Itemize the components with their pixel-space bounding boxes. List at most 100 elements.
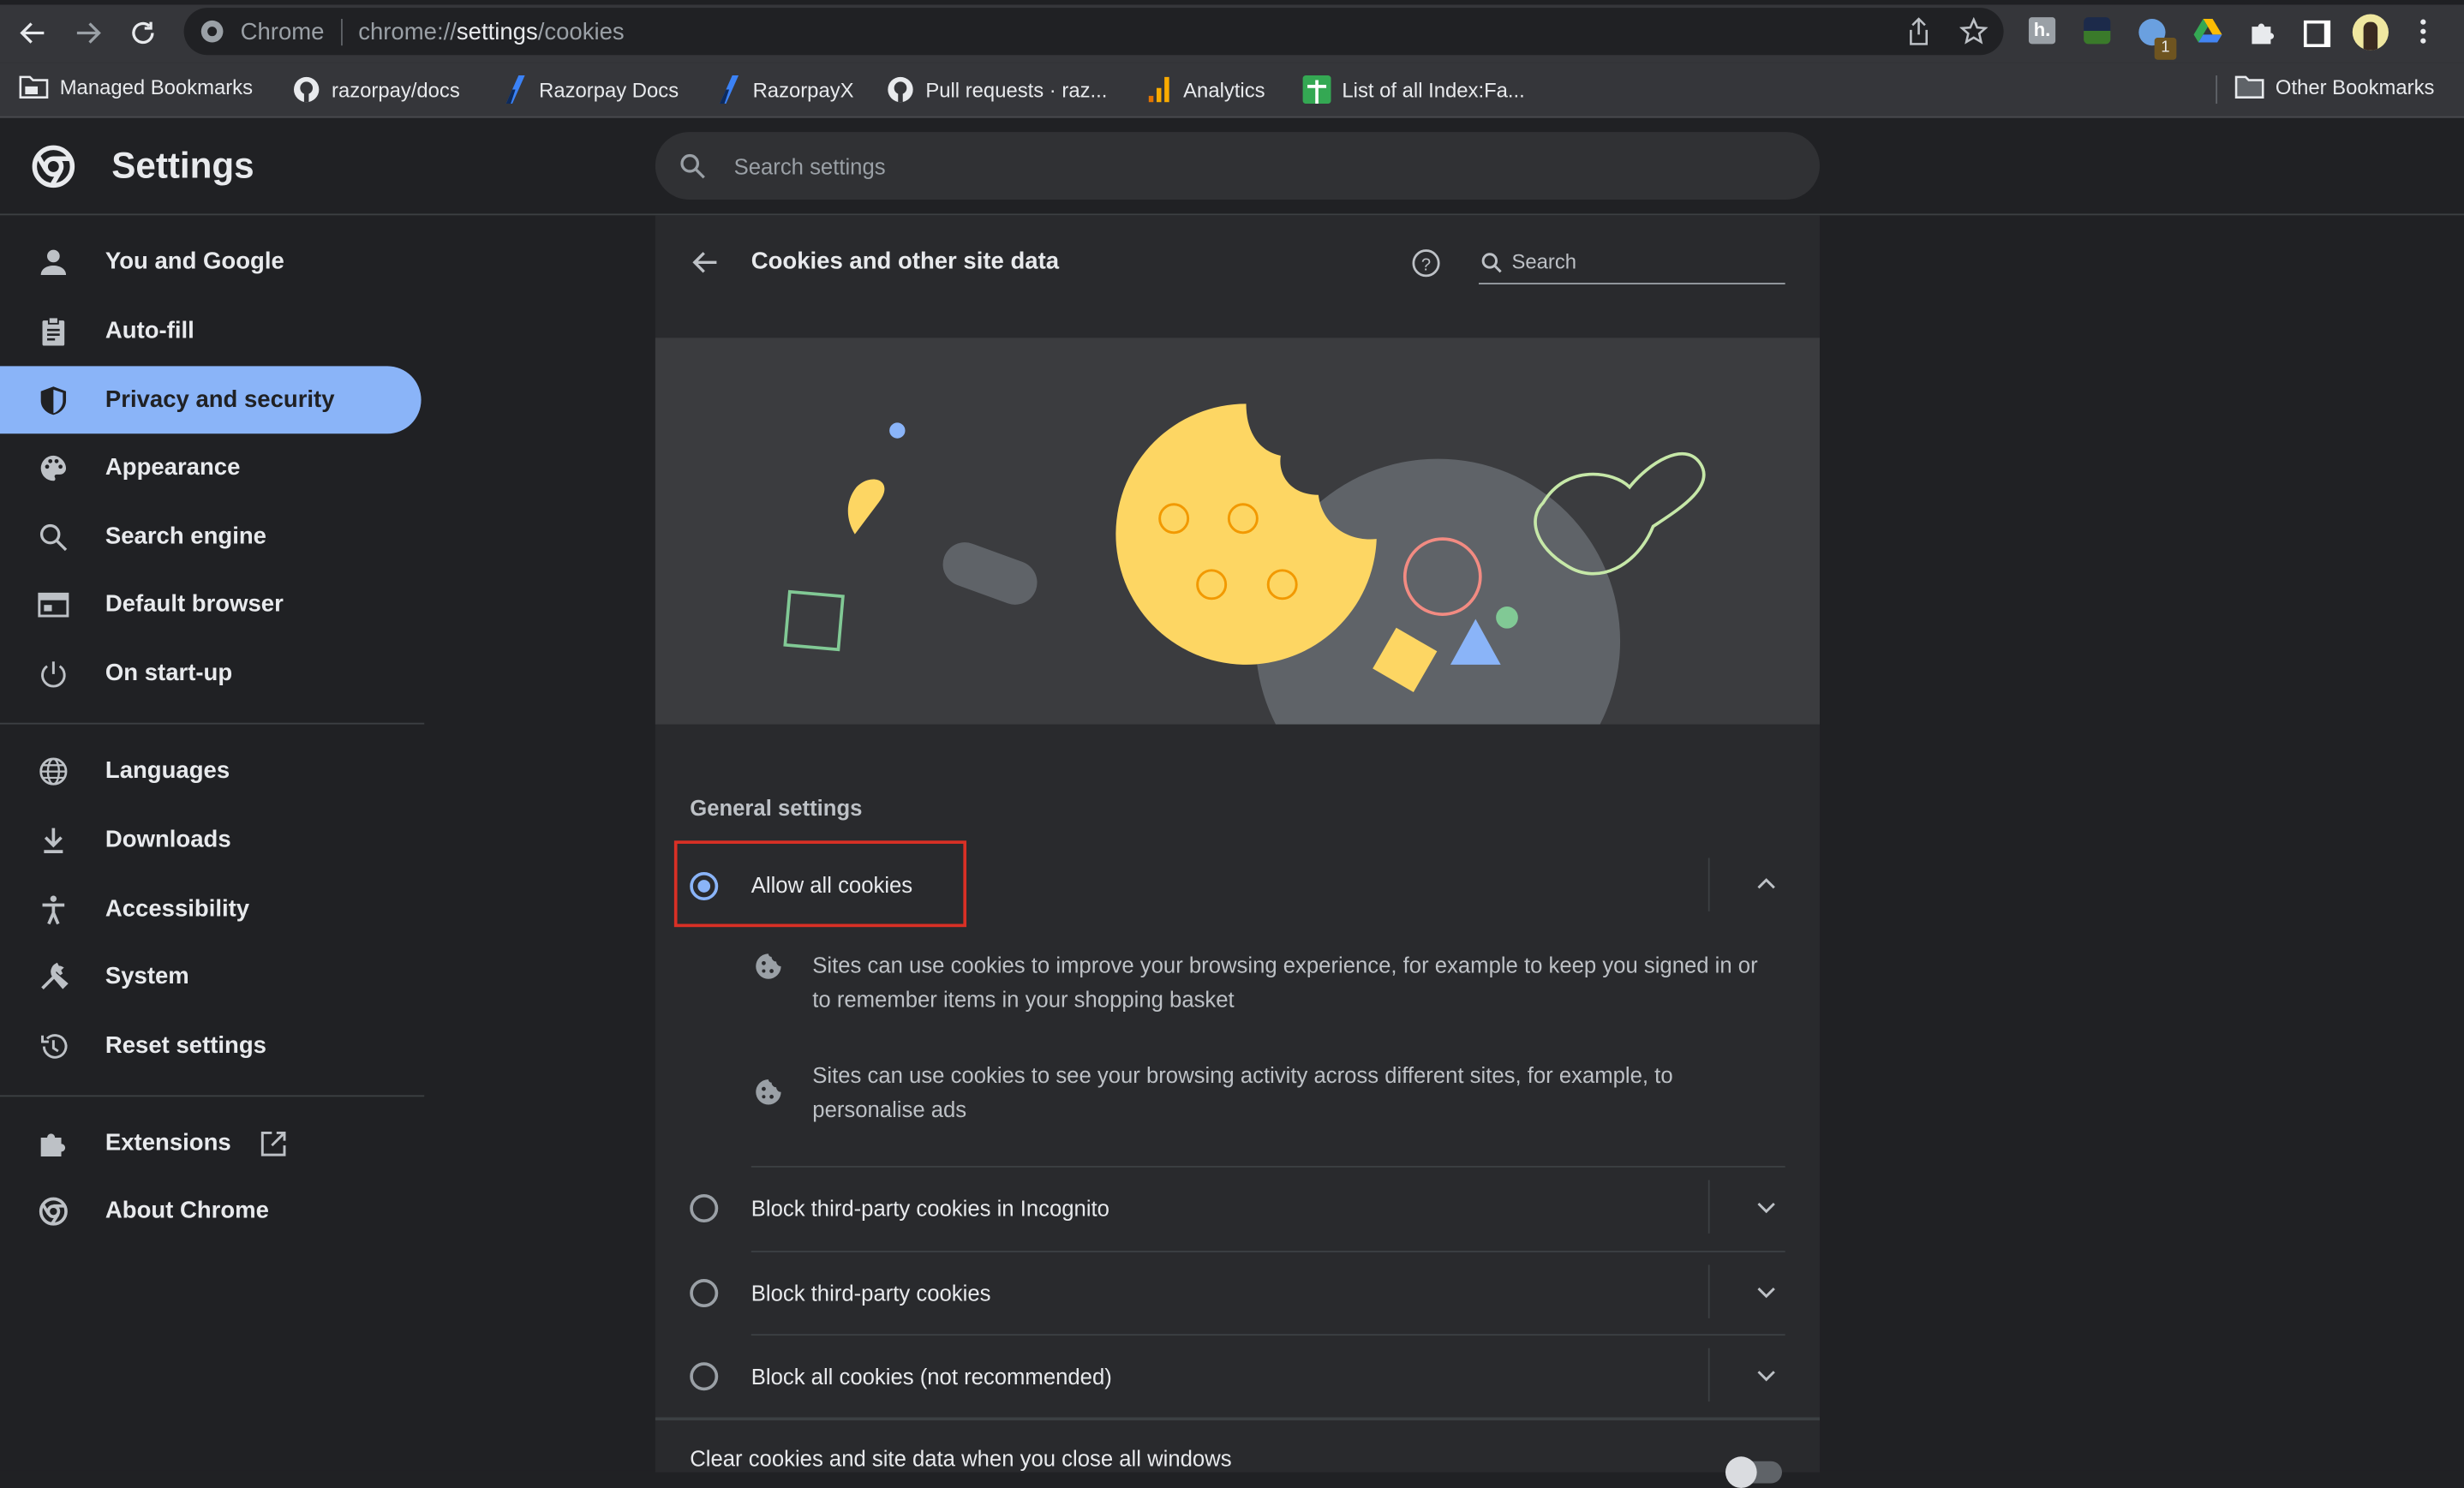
sidebar-item-search-engine[interactable]: Search engine	[0, 503, 422, 571]
bookmark-pull-requests[interactable]: Pull requests · raz...	[886, 75, 1107, 104]
sidebar-item-extensions[interactable]: Extensions	[0, 1109, 422, 1177]
page-title: Settings	[111, 144, 254, 186]
bookmark-managed[interactable]: Managed Bookmarks	[19, 75, 253, 99]
extensions-puzzle-icon[interactable]	[2249, 19, 2276, 45]
bookmark-star-icon[interactable]	[1959, 17, 1989, 45]
sidebar-item-label: Appearance	[105, 454, 241, 481]
bookmark-razorpay-docs-repo[interactable]: razorpay/docs	[292, 75, 460, 104]
other-bookmarks[interactable]: Other Bookmarks	[2234, 75, 2434, 99]
divider	[655, 1417, 1821, 1421]
sidebar-item-about-chrome[interactable]: About Chrome	[0, 1177, 422, 1245]
bookmark-label: Managed Bookmarks	[59, 75, 254, 99]
download-icon	[38, 824, 69, 856]
radio-button[interactable]	[690, 1193, 719, 1223]
menu-kebab-icon[interactable]	[2419, 17, 2428, 45]
bookmarks-divider	[2216, 75, 2218, 105]
sidebar-item-label: System	[105, 963, 189, 990]
globe-icon	[38, 755, 69, 786]
back-arrow-icon[interactable]	[690, 250, 718, 275]
chevron-up-icon[interactable]	[1755, 875, 1778, 891]
sidebar-item-label: Auto-fill	[105, 317, 194, 344]
share-icon[interactable]	[1908, 17, 1930, 45]
bookmark-label: Analytics	[1183, 77, 1265, 102]
sidebar-item-downloads[interactable]: Downloads	[0, 806, 422, 874]
bookmark-label: RazorpayX	[752, 77, 854, 102]
clear-on-exit-toggle[interactable]	[1725, 1456, 1782, 1488]
sidebar-item-reset-settings[interactable]: Reset settings	[0, 1012, 422, 1079]
option-block-all-cookies-not-recommended[interactable]: Block all cookies (not recommended)	[655, 1334, 1820, 1417]
url-path: /cookies	[537, 19, 625, 46]
hypothesis-extension-icon[interactable]: h.	[2028, 17, 2056, 45]
bookmark-label: List of all Index:Fa...	[1342, 77, 1525, 102]
divider	[751, 1165, 1785, 1168]
chrome-logo-icon	[32, 145, 75, 188]
bookmark-razorpay-docs[interactable]: Razorpay Docs	[503, 75, 679, 105]
palette-icon	[38, 451, 69, 483]
accessibility-icon	[38, 893, 69, 925]
radio-button[interactable]	[690, 1278, 719, 1307]
option-label: Block all cookies (not recommended)	[751, 1364, 1112, 1389]
sidebar-item-label: Search engine	[105, 523, 266, 550]
sidebar-item-auto-fill[interactable]: Auto-fill	[0, 297, 422, 365]
sidebar-item-appearance[interactable]: Appearance	[0, 433, 422, 501]
allow-detail-2: Sites can use cookies to see your browsi…	[812, 1061, 1673, 1122]
sidebar-item-you-and-google[interactable]: You and Google	[0, 228, 422, 296]
chrome-icon	[200, 19, 224, 44]
clear-on-exit-label: Clear cookies and site data when you clo…	[690, 1445, 1232, 1471]
extension-pointer-icon[interactable]	[2084, 17, 2111, 45]
sidebar-item-system[interactable]: System	[0, 943, 422, 1011]
sidebar-item-label: Extensions	[105, 1129, 231, 1156]
reload-icon[interactable]	[129, 19, 157, 47]
folder-icon	[2234, 75, 2264, 99]
sidebar-item-accessibility[interactable]: Accessibility	[0, 875, 422, 943]
url-host: settings	[456, 19, 538, 46]
option-label: Block third-party cookies in Incognito	[751, 1195, 1109, 1222]
bookmark-sheets[interactable]: List of all Index:Fa...	[1302, 75, 1525, 105]
url-scheme: chrome://	[358, 19, 457, 46]
address-bar[interactable]: Chrome chrome://settings/cookies	[183, 8, 2004, 56]
divider	[751, 1334, 1785, 1336]
bookmark-label: Razorpay Docs	[539, 77, 679, 102]
sidebar-item-languages[interactable]: Languages	[0, 737, 422, 804]
radio-button[interactable]	[690, 1362, 719, 1391]
option-allow-all-cookies[interactable]: Allow all cookies	[655, 840, 1820, 928]
subpage-search-input[interactable]: Search	[1478, 242, 1785, 284]
chevron-down-icon[interactable]	[1755, 1369, 1778, 1384]
razorpay-icon	[720, 75, 739, 105]
sidebar-item-label: Default browser	[105, 590, 284, 618]
chevron-down-icon[interactable]	[1755, 1284, 1778, 1300]
cookie-icon	[753, 951, 785, 983]
side-panel-icon[interactable]	[2303, 20, 2331, 48]
bookmark-analytics[interactable]: Analytics	[1147, 75, 1265, 104]
option-block-third-party-cookies[interactable]: Block third-party cookies	[655, 1250, 1820, 1333]
sidebar-item-label: About Chrome	[105, 1197, 269, 1224]
cookie-icon	[753, 1076, 785, 1108]
forward-icon[interactable]	[74, 19, 102, 47]
chevron-down-icon[interactable]	[1755, 1200, 1778, 1216]
search-placeholder: Search settings	[733, 153, 886, 180]
divider	[1707, 1348, 1710, 1402]
bookmark-label: Other Bookmarks	[2275, 75, 2435, 99]
history-icon	[38, 1030, 69, 1061]
bookmark-razorpayx[interactable]: RazorpayX	[716, 75, 854, 105]
browser-icon	[38, 589, 69, 620]
address-prefix: Chrome	[240, 19, 325, 46]
bookmark-label: razorpay/docs	[332, 77, 460, 102]
wrench-icon	[38, 961, 69, 993]
svg-text:?: ?	[1421, 255, 1431, 274]
settings-search-input[interactable]: Search settings	[655, 132, 1821, 200]
sidebar-item-label: Privacy and security	[105, 386, 335, 414]
back-icon[interactable]	[19, 19, 47, 47]
help-icon[interactable]: ?	[1411, 248, 1441, 278]
avatar[interactable]	[2352, 14, 2389, 51]
sidebar-item-privacy-and-security[interactable]: Privacy and security	[0, 366, 422, 434]
github-icon	[293, 76, 320, 103]
option-label: Block third-party cookies	[751, 1279, 991, 1306]
sidebar-item-on-start-up[interactable]: On start-up	[0, 640, 422, 708]
option-block-third-party-cookies-in-incognito[interactable]: Block third-party cookies in Incognito	[655, 1165, 1820, 1249]
google-drive-icon[interactable]	[2193, 19, 2222, 44]
analytics-icon	[1148, 76, 1169, 103]
external-link-icon[interactable]	[260, 1129, 288, 1157]
sidebar-item-default-browser[interactable]: Default browser	[0, 571, 422, 638]
allow-detail-1: Sites can use cookies to improve your br…	[812, 952, 1758, 1013]
